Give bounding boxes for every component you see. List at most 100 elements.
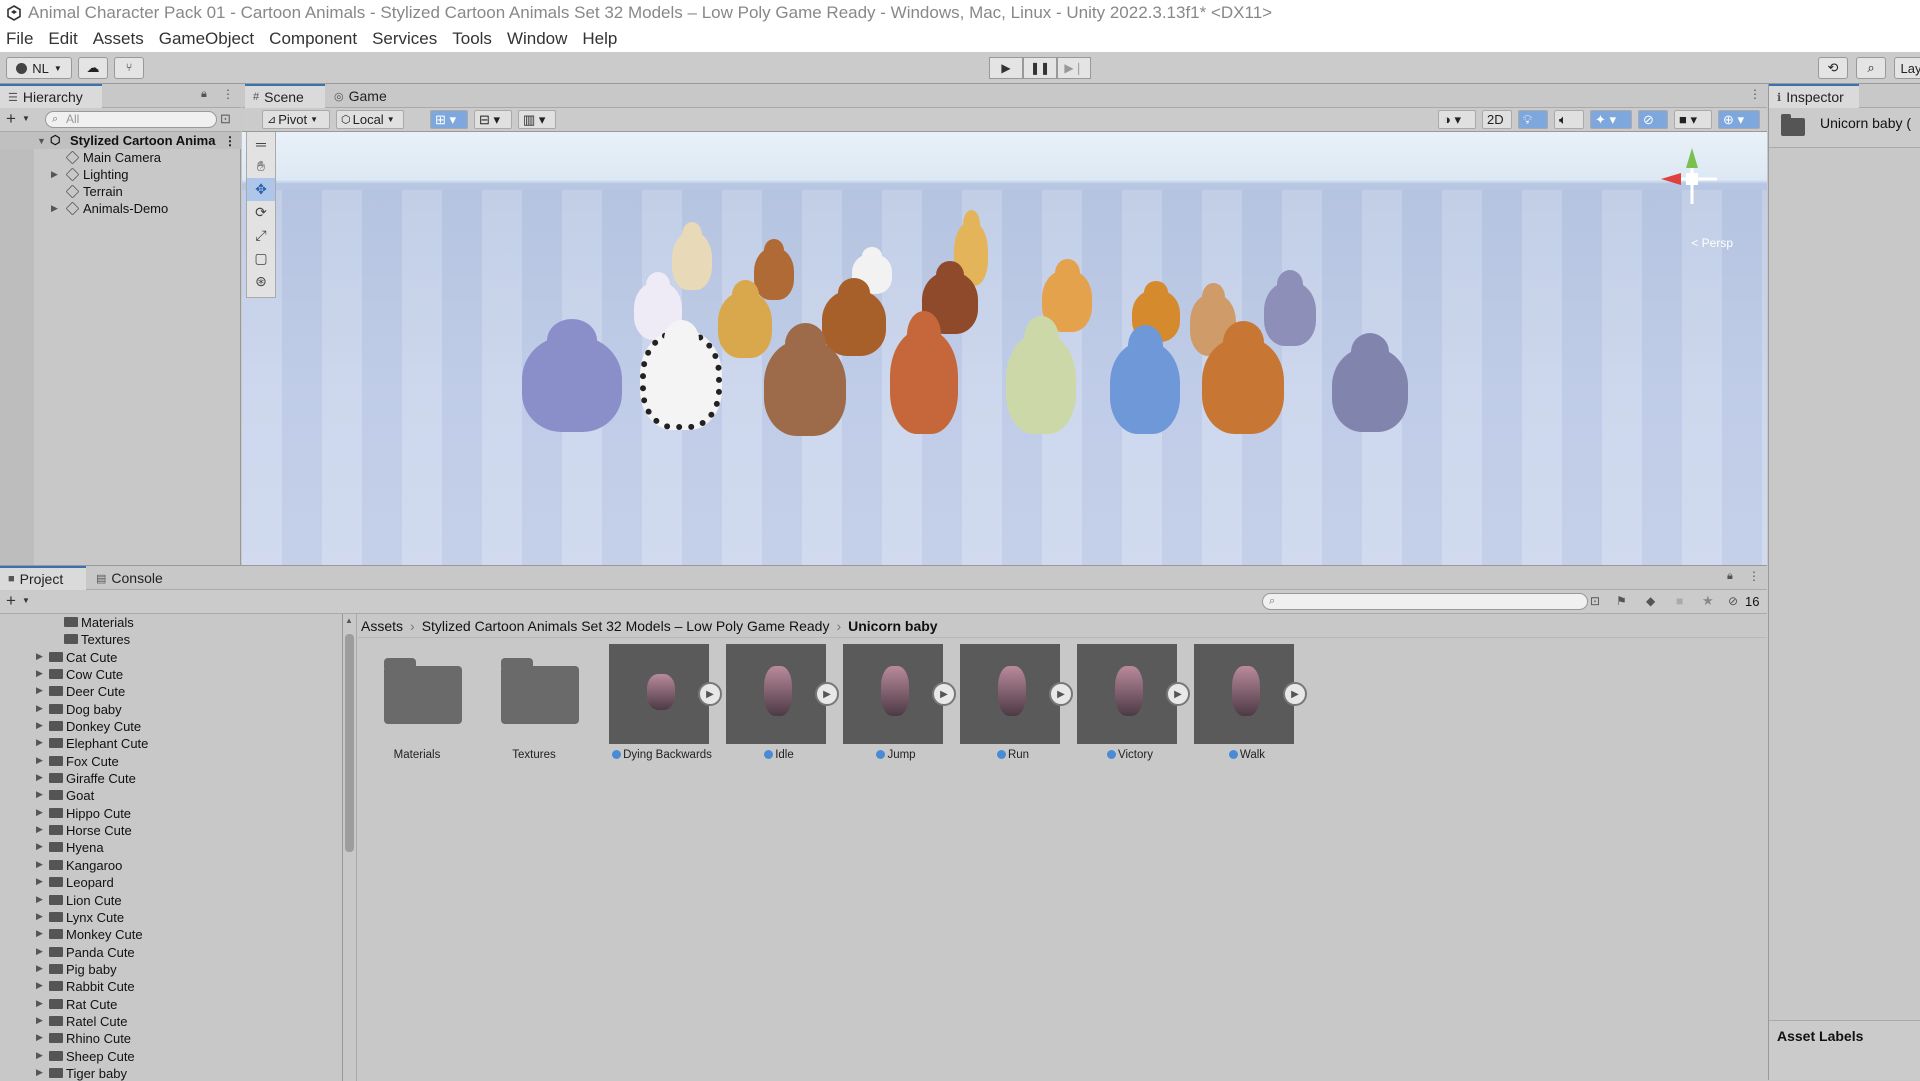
tree-item[interactable]: ▶ Ratel Cute <box>0 1013 342 1030</box>
expand-arrow-icon[interactable]: ▶ <box>36 894 43 905</box>
scale-tool-icon[interactable]: ⤢ <box>247 224 275 247</box>
tree-item[interactable]: ▶ Leopard <box>0 874 342 891</box>
tab-game[interactable]: ◎ Game <box>326 84 406 108</box>
expand-arrow-icon[interactable]: ▶ <box>36 720 43 731</box>
chevron-down-icon[interactable]: ▼ <box>22 114 30 123</box>
asset-anim-jump[interactable]: ▶ Jump <box>839 644 956 769</box>
hierarchy-item-terrain[interactable]: Terrain <box>0 183 241 200</box>
tree-item[interactable]: ▶ Fox Cute <box>0 753 342 770</box>
play-preview-icon[interactable]: ▶ <box>698 682 722 706</box>
rotate-tool-icon[interactable]: ⟳ <box>247 201 275 224</box>
menu-edit[interactable]: Edit <box>48 29 77 49</box>
breadcrumb-assets[interactable]: Assets <box>361 618 403 634</box>
tree-item[interactable]: ▶ Deer Cute <box>0 683 342 700</box>
tree-item[interactable]: ▶ Tiger baby <box>0 1065 342 1081</box>
ruler-dropdown[interactable]: ▥ ▾ <box>518 110 556 129</box>
scroll-up-icon[interactable]: ▲ <box>345 616 353 625</box>
menu-assets[interactable]: Assets <box>93 29 144 49</box>
breadcrumb-current[interactable]: Unicorn baby <box>848 618 937 634</box>
play-preview-icon[interactable]: ▶ <box>815 682 839 706</box>
play-button[interactable]: ▶ <box>989 57 1023 79</box>
tree-item[interactable]: ▶ Pig baby <box>0 961 342 978</box>
expand-arrow-icon[interactable]: ▶ <box>36 911 43 922</box>
lock-icon[interactable]: 🔒︎ <box>201 88 207 101</box>
tree-scrollbar[interactable]: ▲ <box>343 614 357 1081</box>
add-icon[interactable]: + <box>6 109 16 129</box>
expand-arrow-icon[interactable]: ▶ <box>36 737 43 748</box>
tree-item[interactable]: ▶ Sheep Cute <box>0 1048 342 1065</box>
visibility-toggle[interactable]: ⊘ <box>1638 110 1668 129</box>
menu-file[interactable]: File <box>6 29 33 49</box>
tab-inspector[interactable]: ℹ Inspector <box>1769 84 1859 108</box>
asset-anim-idle[interactable]: ▶ Idle <box>722 644 839 769</box>
more-icon[interactable]: ⋮ <box>222 87 234 101</box>
audio-toggle[interactable]: 🔈︎ <box>1554 110 1584 129</box>
drag-handle-icon[interactable]: ═ <box>247 132 275 155</box>
expand-arrow-icon[interactable]: ▶ <box>51 203 58 214</box>
expand-arrow-icon[interactable]: ▶ <box>36 928 43 939</box>
add-icon[interactable]: + <box>6 591 16 611</box>
hierarchy-item-animals-demo[interactable]: ▶ Animals-Demo <box>0 200 241 217</box>
tree-item[interactable]: ▶ Giraffe Cute <box>0 770 342 787</box>
transform-tool-icon[interactable]: ⊛ <box>247 270 275 293</box>
tree-item[interactable]: ▶ Elephant Cute <box>0 735 342 752</box>
layout-dropdown[interactable]: Lay <box>1894 57 1920 79</box>
filter-by-label-icon[interactable]: ◆ <box>1646 594 1655 608</box>
pause-button[interactable]: ❚❚ <box>1023 57 1057 79</box>
history-button[interactable]: ⟲ <box>1818 57 1848 79</box>
scene-more-icon[interactable]: ⋮ <box>224 134 236 148</box>
menu-gameobject[interactable]: GameObject <box>159 29 254 49</box>
scene-viewport[interactable]: ═ ✋︎ ✥ ⟳ ⤢ ▢ ⊛ < Persp <box>242 132 1767 565</box>
expand-arrow-icon[interactable]: ▶ <box>36 789 43 800</box>
search-button[interactable]: ⌕ <box>1856 57 1886 79</box>
tree-item[interactable]: ▶ Horse Cute <box>0 822 342 839</box>
scene-row[interactable]: ▼ ⬡ Stylized Cartoon Anima ⋮ <box>0 132 241 149</box>
tree-item[interactable]: ▶ Donkey Cute <box>0 718 342 735</box>
tree-item[interactable]: ▶ Rabbit Cute <box>0 978 342 995</box>
play-preview-icon[interactable]: ▶ <box>1283 682 1307 706</box>
expand-arrow-icon[interactable]: ▶ <box>36 841 43 852</box>
tree-item[interactable]: ▶ Lion Cute <box>0 892 342 909</box>
shading-mode-dropdown[interactable]: ◑ ▾ <box>1438 110 1476 129</box>
account-dropdown[interactable]: NL ▼ <box>6 57 72 79</box>
tree-item[interactable]: ▶ Kangaroo <box>0 857 342 874</box>
expand-arrow-icon[interactable]: ▶ <box>36 998 43 1009</box>
project-search-input[interactable]: ⌕ <box>1262 593 1588 610</box>
asset-anim-dying-backwards[interactable]: ▶ Dying Backwards <box>605 644 722 769</box>
orientation-gizmo[interactable] <box>1657 144 1727 214</box>
tree-item[interactable]: ▶ Monkey Cute <box>0 926 342 943</box>
projection-label[interactable]: < Persp <box>1691 236 1733 250</box>
menu-services[interactable]: Services <box>372 29 437 49</box>
space-dropdown[interactable]: ⬡ Local ▼ <box>336 110 404 129</box>
cloud-button[interactable]: ☁ <box>78 57 108 79</box>
asset-folder-textures[interactable]: Textures <box>477 644 581 769</box>
animal-models-group[interactable] <box>522 210 1482 452</box>
scrollbar-thumb[interactable] <box>345 634 354 852</box>
2d-toggle[interactable]: 2D <box>1482 110 1512 129</box>
tree-item[interactable]: ▶ Rat Cute <box>0 996 342 1013</box>
gizmos-dropdown[interactable]: ⊕ ▾ <box>1718 110 1760 129</box>
expand-arrow-icon[interactable]: ▶ <box>36 1015 43 1026</box>
search-options-icon[interactable]: ⊡ <box>220 111 231 127</box>
favorite-icon[interactable]: ★ <box>1702 593 1714 609</box>
hierarchy-item-main-camera[interactable]: Main Camera <box>0 149 241 166</box>
tree-item[interactable]: ▶ Dog baby <box>0 701 342 718</box>
filter-by-log-icon[interactable]: ■ <box>1676 594 1683 608</box>
expand-arrow-icon[interactable]: ▶ <box>36 772 43 783</box>
menu-window[interactable]: Window <box>507 29 567 49</box>
tree-item[interactable]: ▶ Hyena <box>0 839 342 856</box>
tab-scene[interactable]: # Scene <box>245 84 325 108</box>
expand-arrow-icon[interactable]: ▶ <box>36 946 43 957</box>
lock-icon[interactable]: 🔒︎ <box>1727 570 1733 583</box>
expand-arrow-icon[interactable]: ▶ <box>36 755 43 766</box>
effects-dropdown[interactable]: ✦ ▾ <box>1590 110 1632 129</box>
search-by-type-icon[interactable]: ⊡ <box>1590 594 1600 608</box>
lighting-toggle[interactable]: 💡︎ <box>1518 110 1548 129</box>
tree-item[interactable]: ▶ Cat Cute <box>0 649 342 666</box>
hand-tool-icon[interactable]: ✋︎ <box>247 155 275 178</box>
tree-item-textures[interactable]: Textures <box>0 631 342 648</box>
tab-console[interactable]: ▤ Console <box>88 566 174 590</box>
tree-item[interactable]: ▶ Cow Cute <box>0 666 342 683</box>
camera-dropdown[interactable]: ■ ▾ <box>1674 110 1712 129</box>
menu-help[interactable]: Help <box>582 29 617 49</box>
